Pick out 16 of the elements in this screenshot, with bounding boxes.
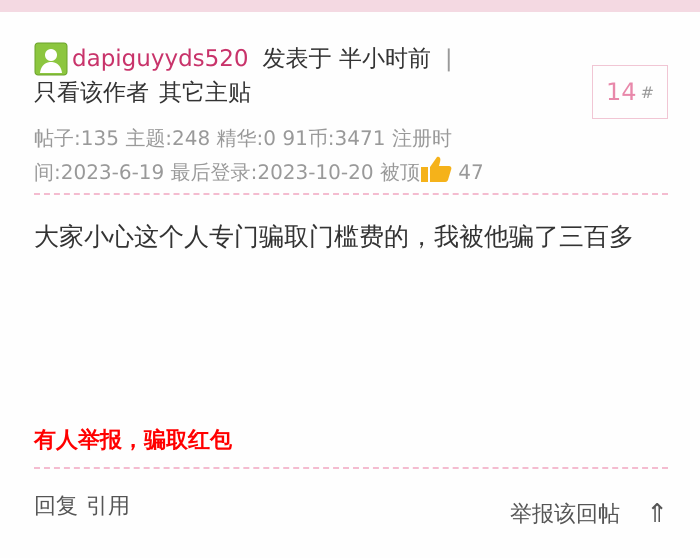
back-to-top-button[interactable]: ⇑ — [646, 499, 668, 529]
author-link[interactable]: dapiguyyds520 — [72, 42, 249, 76]
report-notice: 有人举报，骗取红包 — [34, 427, 233, 455]
action-link[interactable]: 回复 — [34, 491, 78, 529]
other-posts-link[interactable]: 其它主贴 — [159, 76, 251, 110]
separator: | — [444, 45, 453, 74]
user-stats: 帖子:135 主题:248 精华:0 91币:3471 注册时 — [34, 126, 452, 150]
thumbs-up-icon — [420, 155, 452, 183]
user-stats: 间:2023-6-19 最后登录:2023-10-20 被顶 — [34, 160, 420, 184]
author-only-link[interactable]: 只看该作者 — [34, 76, 149, 110]
report-link[interactable]: 举报该回帖 — [510, 499, 620, 529]
post-body: 大家小心这个人专门骗取门槛费的，我被他骗了三百多 — [34, 221, 635, 253]
post-time: 发表于 半小时前 — [262, 45, 431, 74]
likes-count: 47 — [458, 160, 484, 184]
avatar-icon — [34, 42, 68, 76]
action-link[interactable]: 引用 — [86, 491, 130, 529]
